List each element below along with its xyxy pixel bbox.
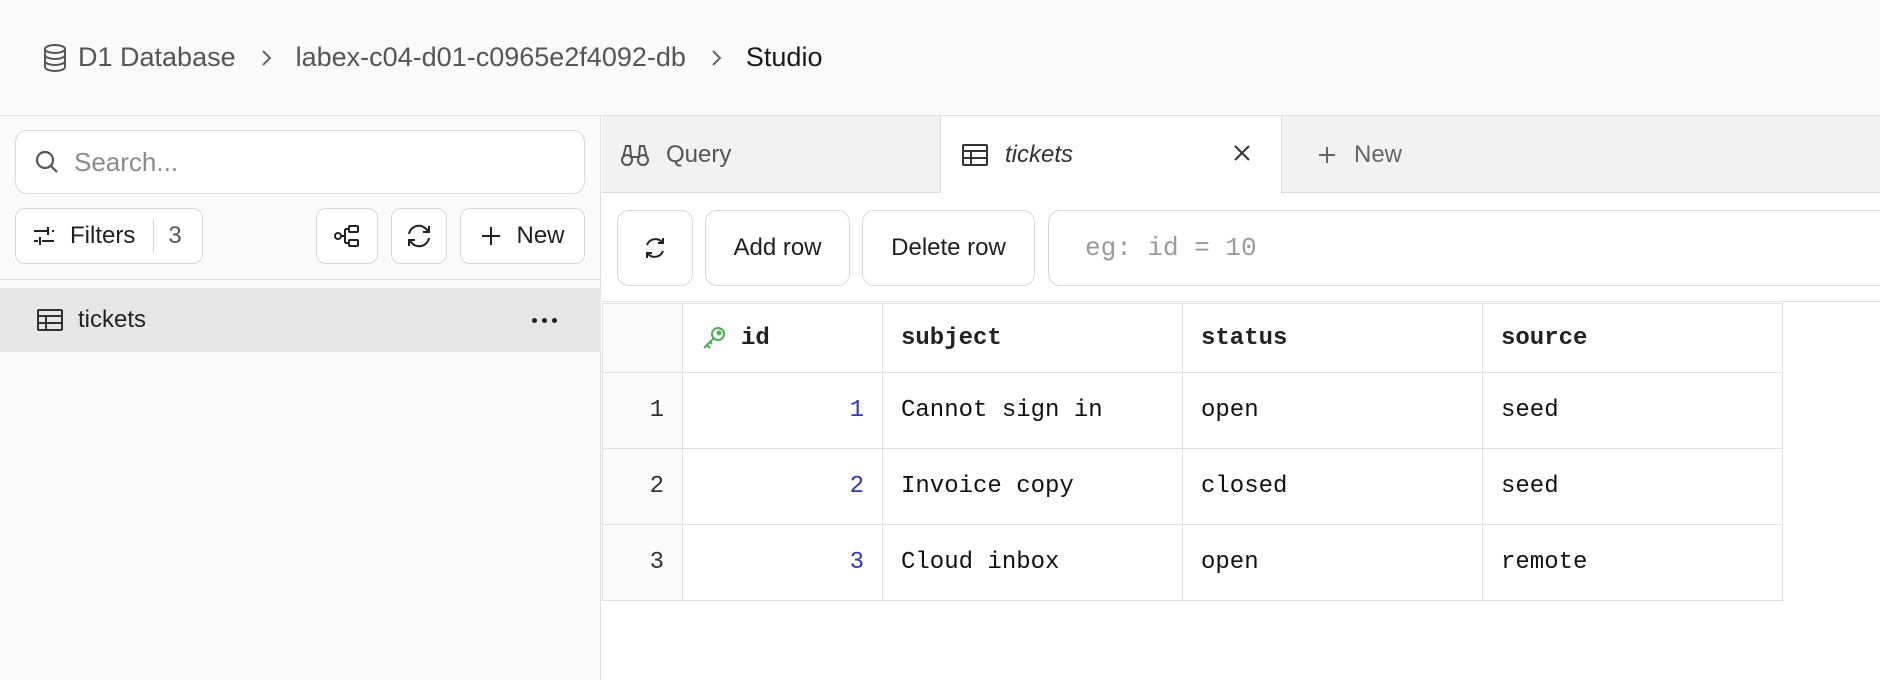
new-table-button[interactable]: New	[460, 208, 585, 264]
data-table: id subject status source 1 1 Cannot sign…	[602, 303, 1783, 601]
database-icon	[42, 43, 68, 72]
tab-query[interactable]: Query	[602, 116, 941, 193]
binoculars-icon	[620, 143, 650, 167]
schema-diagram-button[interactable]	[316, 208, 378, 264]
refresh-button[interactable]	[391, 208, 447, 264]
sliders-icon	[32, 225, 56, 247]
cell-source[interactable]: remote	[1482, 524, 1783, 601]
table-actions-bar: Add row Delete row	[602, 194, 1880, 302]
refresh-icon	[642, 235, 668, 261]
sidebar: Filters 3 New	[0, 116, 601, 680]
breadcrumb-current: Studio	[745, 42, 823, 72]
table-row[interactable]: 1 1 Cannot sign in open seed	[602, 372, 1783, 449]
column-name: id	[741, 324, 770, 352]
tab-label: tickets	[1005, 141, 1074, 168]
row-number[interactable]: 1	[602, 372, 683, 449]
more-options-icon[interactable]	[532, 306, 557, 334]
cell-source[interactable]: seed	[1482, 448, 1783, 525]
cell-source[interactable]: seed	[1482, 372, 1783, 449]
tab-new[interactable]: New	[1282, 116, 1482, 193]
column-header-source[interactable]: source	[1482, 303, 1783, 373]
table-name-label: tickets	[78, 306, 147, 333]
cell-subject[interactable]: Cannot sign in	[882, 372, 1183, 449]
where-filter-box[interactable]	[1048, 210, 1880, 286]
tab-tickets[interactable]: tickets	[941, 116, 1282, 194]
key-icon	[701, 325, 727, 351]
cell-id[interactable]: 2	[682, 448, 883, 525]
tab-label: Query	[666, 140, 732, 168]
add-row-button[interactable]: Add row	[705, 210, 850, 286]
search-box[interactable]	[15, 130, 585, 194]
table-row[interactable]: 2 2 Invoice copy closed seed	[602, 448, 1783, 525]
cell-subject[interactable]: Invoice copy	[882, 448, 1183, 525]
filters-count: 3	[168, 222, 182, 249]
cell-id[interactable]: 1	[682, 372, 883, 449]
chevron-right-icon	[686, 49, 746, 67]
table-row[interactable]: 3 3 Cloud inbox open remote	[602, 524, 1783, 601]
cell-id[interactable]: 3	[682, 524, 883, 601]
breadcrumb-item-database-name[interactable]: labex-c04-d01-c0965e2f4092-db	[296, 42, 686, 73]
table-icon	[961, 143, 989, 167]
search-icon	[34, 149, 60, 175]
cell-status[interactable]: open	[1182, 372, 1483, 449]
plus-icon	[480, 225, 502, 247]
column-header-status[interactable]: status	[1182, 303, 1483, 373]
refresh-data-button[interactable]	[617, 210, 693, 286]
header-row: id subject status source	[602, 303, 1783, 373]
row-number[interactable]: 2	[602, 448, 683, 525]
new-label: New	[516, 222, 565, 249]
cell-status[interactable]: closed	[1182, 448, 1483, 525]
tab-label: New	[1354, 140, 1403, 168]
chevron-right-icon	[236, 49, 296, 67]
cell-subject[interactable]: Cloud inbox	[882, 524, 1183, 601]
close-icon[interactable]	[1231, 142, 1253, 164]
table-icon	[36, 308, 64, 332]
cell-status[interactable]: open	[1182, 524, 1483, 601]
delete-row-button[interactable]: Delete row	[862, 210, 1035, 286]
sidebar-item-tickets[interactable]: tickets	[0, 288, 601, 352]
divider	[0, 279, 601, 280]
row-number-header	[602, 303, 683, 373]
row-number[interactable]: 3	[602, 524, 683, 601]
column-header-id[interactable]: id	[682, 303, 883, 373]
breadcrumb-item-d1-database[interactable]: D1 Database	[78, 42, 236, 73]
where-filter-input[interactable]	[1085, 233, 1865, 263]
divider	[153, 219, 155, 253]
tree-structure-icon	[333, 223, 361, 249]
filters-button[interactable]: Filters 3	[15, 208, 203, 264]
sidebar-toolbar: Filters 3 New	[15, 208, 585, 264]
filters-label: Filters	[70, 222, 136, 249]
tab-bar: Query tickets New	[602, 116, 1880, 194]
header: D1 Database labex-c04-d01-c0965e2f4092-d…	[0, 0, 1880, 116]
plus-icon	[1316, 144, 1338, 166]
column-header-subject[interactable]: subject	[882, 303, 1183, 373]
refresh-icon	[405, 222, 433, 250]
breadcrumb: D1 Database labex-c04-d01-c0965e2f4092-d…	[42, 42, 822, 73]
data-grid: id subject status source 1 1 Cannot sign…	[602, 303, 1783, 601]
search-input[interactable]	[74, 146, 554, 178]
